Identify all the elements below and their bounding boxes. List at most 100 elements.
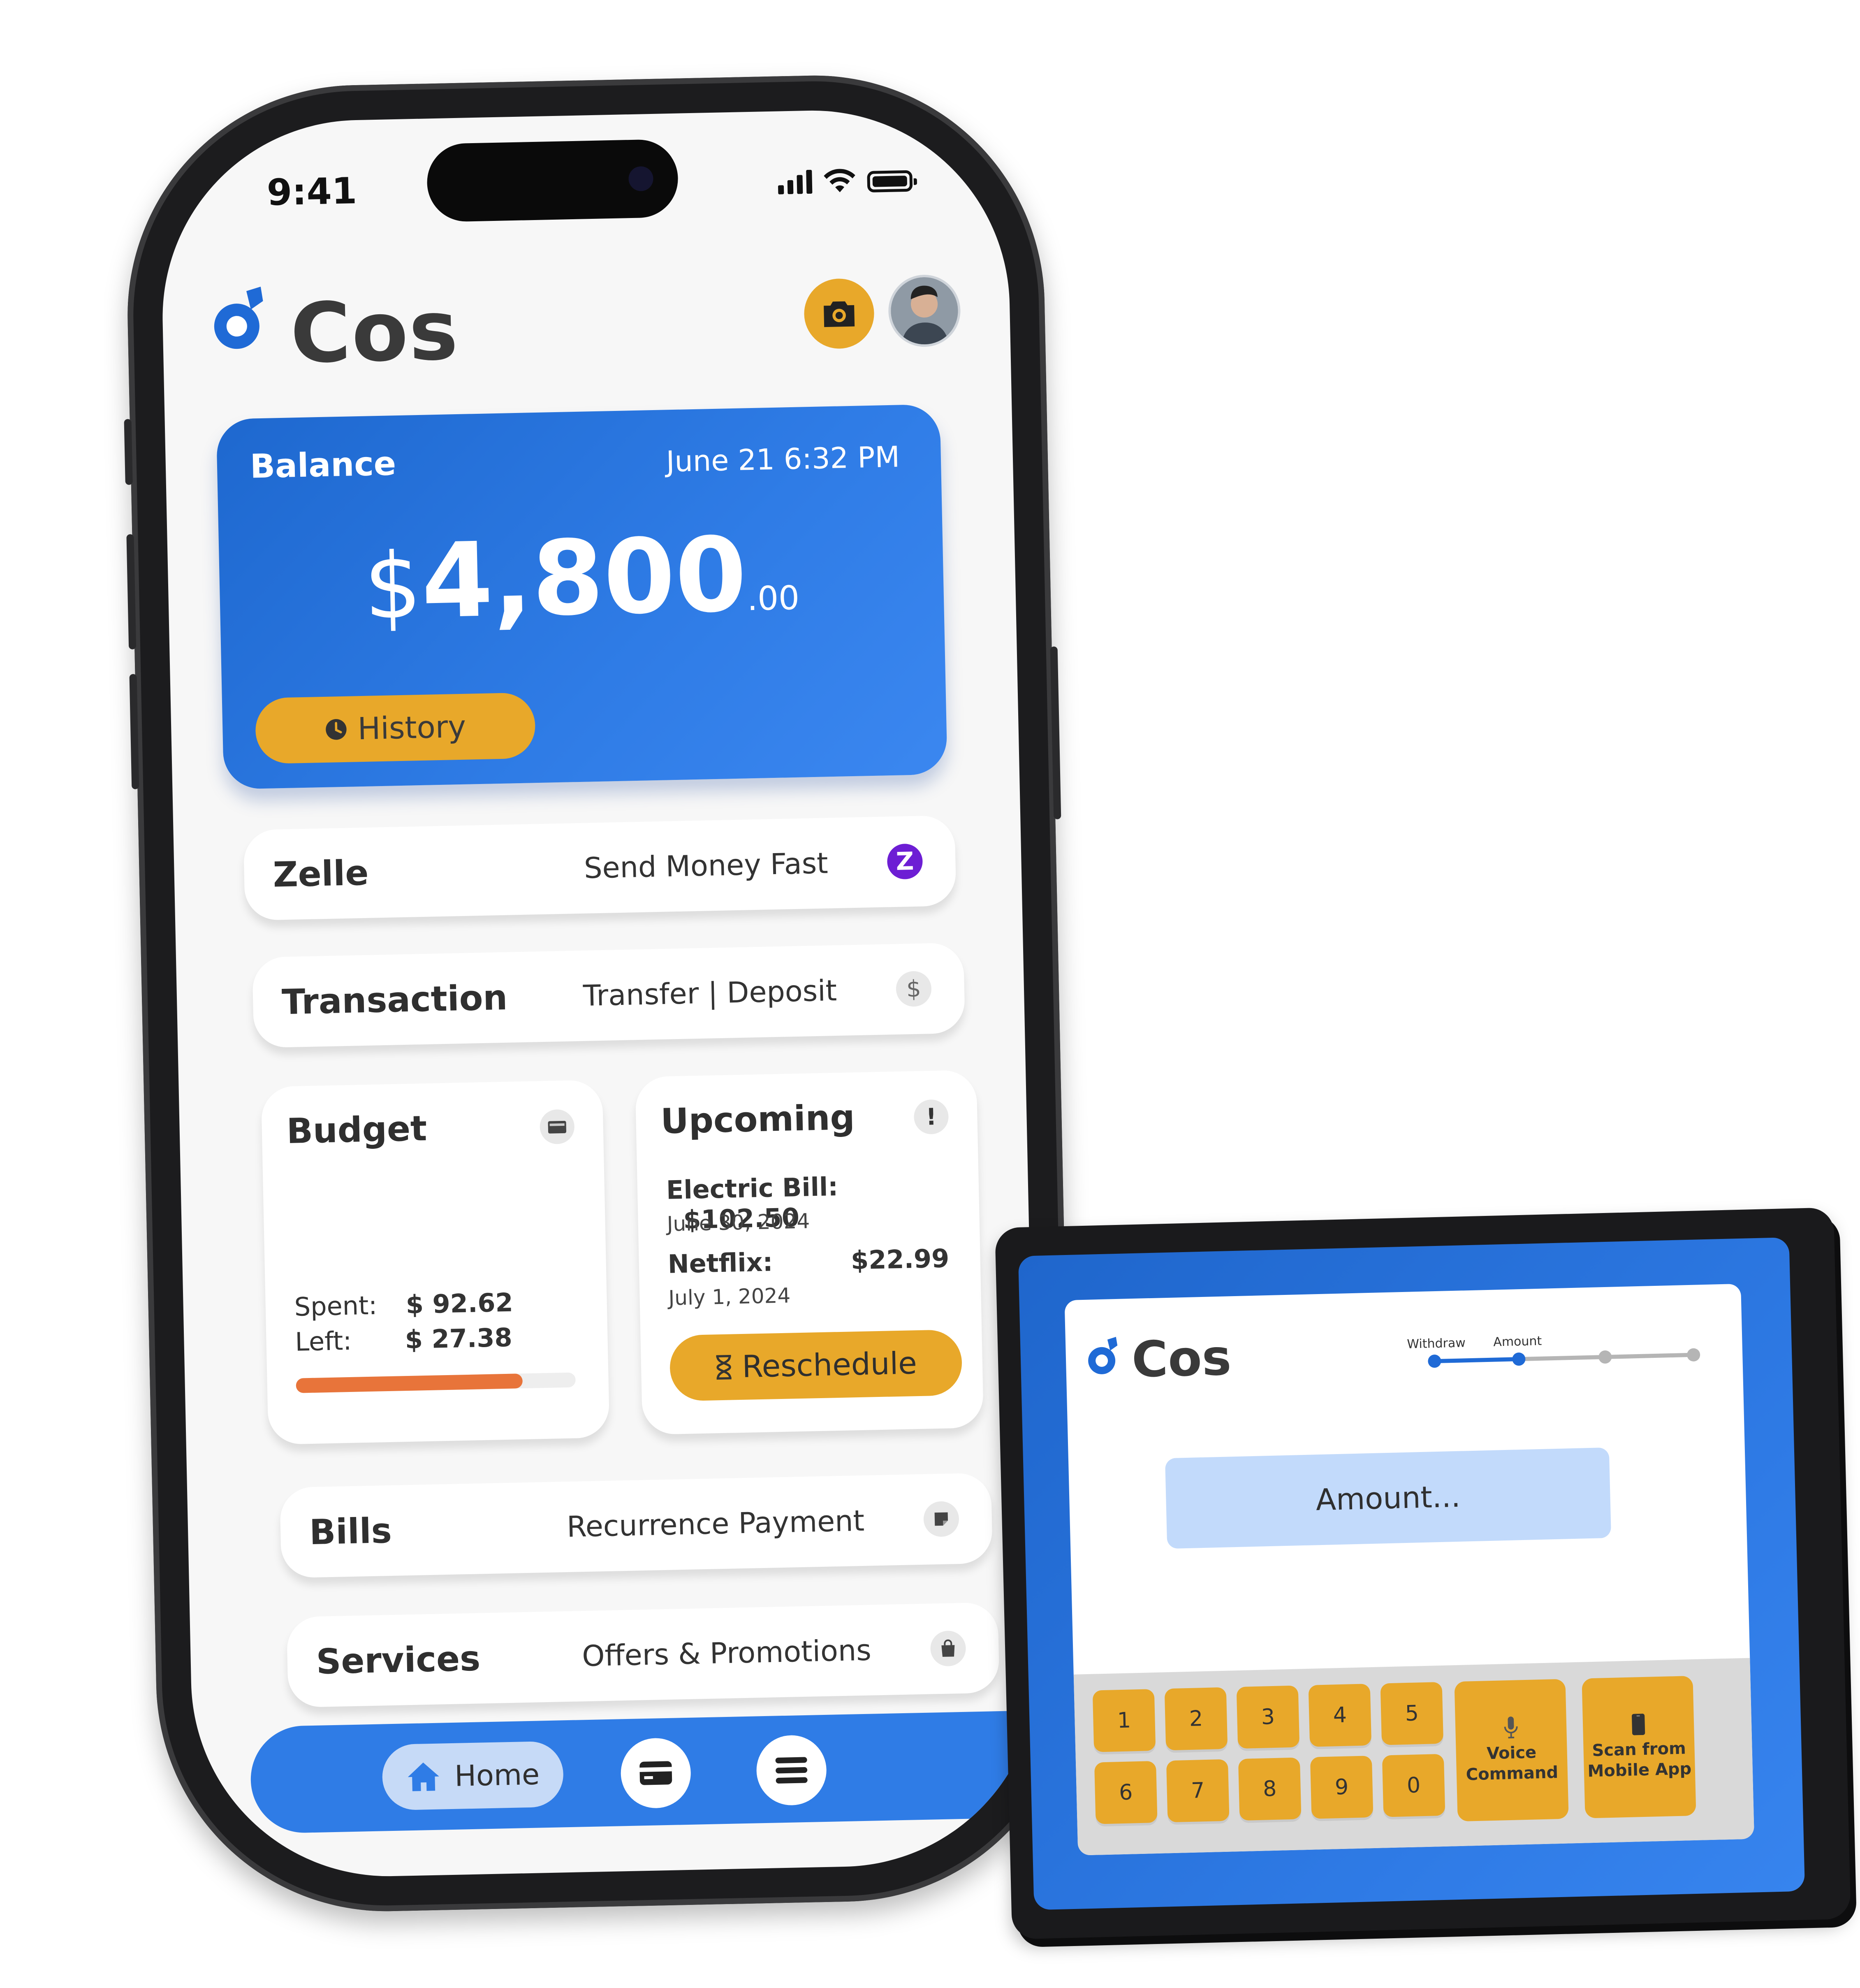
phone-side-button <box>124 419 133 485</box>
stepper-line-done <box>1432 1357 1515 1364</box>
cos-logo-icon <box>1088 1337 1118 1374</box>
status-time: 9:41 <box>266 169 357 214</box>
balance-card: Balance June 21 6:32 PM $4,800.00 Histor… <box>216 404 948 790</box>
history-label: History <box>357 709 466 747</box>
balance-whole: 4,800 <box>420 515 748 641</box>
key-0[interactable]: 0 <box>1382 1754 1445 1817</box>
upcoming-item-2: Netflix: $22.99 <box>667 1243 950 1279</box>
nav-home-button[interactable]: Home <box>382 1741 564 1811</box>
user-avatar[interactable] <box>887 274 961 348</box>
upcoming-title: Upcoming <box>660 1097 855 1141</box>
balance-datetime: June 21 6:32 PM <box>666 440 900 479</box>
budget-card[interactable]: Budget Spent: $ 92.62 Left: $ 27.38 <box>261 1079 610 1445</box>
step-dot-2 <box>1512 1352 1526 1366</box>
balance-label: Balance <box>250 444 396 486</box>
camera-icon <box>824 301 855 327</box>
status-icons <box>778 166 913 195</box>
step-dot-3 <box>1598 1350 1612 1364</box>
voice-command-label: Voice Command <box>1466 1743 1559 1784</box>
services-card[interactable]: Services Offers & Promotions <box>286 1602 1000 1708</box>
cos-logo-icon <box>214 286 263 349</box>
step-dot-1 <box>1428 1354 1441 1368</box>
services-subtitle: Offers & Promotions <box>581 1633 872 1673</box>
wallet-icon <box>539 1109 575 1145</box>
phone-screen: 9:41 Cos Balance June 21 6:32 PM $4,800.… <box>158 106 1042 1881</box>
upcoming-item-1-name: Electric Bill: <box>666 1171 839 1205</box>
key-6[interactable]: 6 <box>1094 1761 1158 1824</box>
upcoming-card[interactable]: Upcoming ! Electric Bill: $102.50 June 3… <box>635 1069 984 1435</box>
nav-cards-button[interactable] <box>620 1737 692 1809</box>
bottom-nav: Home <box>250 1710 1042 1834</box>
bills-subtitle: Recurrence Payment <box>566 1503 865 1544</box>
upcoming-item-2-date: July 1, 2024 <box>668 1283 791 1310</box>
upcoming-item-2-name: Netflix: <box>667 1247 774 1279</box>
tablet-screen: Cos Withdraw Amount Amount... 1 2 3 4 5 … <box>1018 1237 1805 1910</box>
app-name: Cos <box>289 282 460 382</box>
balance-currency: $ <box>363 533 423 640</box>
budget-spent-label: Spent: <box>294 1290 378 1322</box>
scan-mobile-label: Scan from Mobile App <box>1587 1739 1692 1781</box>
key-9[interactable]: 9 <box>1310 1756 1374 1819</box>
dollar-icon: $ <box>896 971 932 1007</box>
history-button[interactable]: History <box>255 692 536 764</box>
home-icon <box>408 1762 439 1791</box>
nav-menu-button[interactable] <box>755 1734 827 1806</box>
budget-progress <box>296 1372 576 1393</box>
zelle-subtitle: Send Money Fast <box>584 846 829 885</box>
user-avatar-icon <box>890 276 959 345</box>
key-3[interactable]: 3 <box>1236 1685 1300 1749</box>
budget-left-label: Left: <box>294 1325 352 1357</box>
services-title: Services <box>315 1638 481 1682</box>
budget-left-value: $ 27.38 <box>405 1322 513 1355</box>
transaction-card[interactable]: Transaction Transfer | Deposit $ <box>252 942 966 1048</box>
bills-title: Bills <box>309 1510 392 1553</box>
reschedule-label: Reschedule <box>741 1345 917 1385</box>
tablet-app-name: Cos <box>1131 1329 1232 1389</box>
key-4[interactable]: 4 <box>1308 1684 1372 1747</box>
menu-icon <box>775 1757 808 1784</box>
signal-icon <box>778 169 813 195</box>
alert-icon: ! <box>913 1099 949 1135</box>
reschedule-button[interactable]: Reschedule <box>669 1329 963 1401</box>
upcoming-item-2-amount: $22.99 <box>850 1243 950 1276</box>
keypad: 1 2 3 4 5 6 7 8 9 0 Voice Command Scan f… <box>1073 1658 1755 1856</box>
zelle-title: Zelle <box>272 852 369 895</box>
atm-tablet-device: Cos Withdraw Amount Amount... 1 2 3 4 5 … <box>995 1207 1851 1939</box>
microphone-icon <box>1504 1717 1518 1739</box>
budget-left: Left: $ 27.38 <box>295 1322 513 1357</box>
tablet-panel: Cos Withdraw Amount Amount... 1 2 3 4 5 … <box>1064 1283 1755 1856</box>
balance-amount: $4,800.00 <box>218 515 944 641</box>
key-1[interactable]: 1 <box>1092 1689 1156 1752</box>
budget-title: Budget <box>286 1108 428 1152</box>
bills-card[interactable]: Bills Recurrence Payment <box>279 1473 993 1578</box>
transaction-subtitle: Transfer | Deposit <box>583 973 837 1013</box>
step-label-amount: Amount <box>1493 1334 1542 1350</box>
zelle-icon: Z <box>887 843 923 880</box>
transaction-title: Transaction <box>281 977 508 1023</box>
nav-home-label: Home <box>454 1757 540 1793</box>
key-7[interactable]: 7 <box>1166 1759 1230 1823</box>
mobile-phone-icon <box>1632 1714 1645 1735</box>
key-2[interactable]: 2 <box>1164 1687 1228 1751</box>
step-label-withdraw: Withdraw <box>1406 1336 1466 1352</box>
budget-spent-value: $ 92.62 <box>405 1287 514 1320</box>
budget-spent: Spent: $ 92.62 <box>294 1287 513 1322</box>
dynamic-island <box>426 139 679 223</box>
phone-device: 9:41 Cos Balance June 21 6:32 PM $4,800.… <box>123 71 1078 1916</box>
camera-button[interactable] <box>803 278 875 350</box>
progress-stepper: Withdraw Amount <box>1407 1330 1704 1374</box>
step-dot-4 <box>1686 1348 1700 1362</box>
credit-card-icon <box>639 1761 672 1785</box>
budget-progress-fill <box>296 1373 523 1393</box>
scan-mobile-button[interactable]: Scan from Mobile App <box>1582 1676 1696 1819</box>
battery-icon <box>867 170 913 193</box>
voice-command-button[interactable]: Voice Command <box>1454 1679 1569 1822</box>
amount-input[interactable]: Amount... <box>1165 1447 1612 1549</box>
key-5[interactable]: 5 <box>1380 1682 1444 1745</box>
key-8[interactable]: 8 <box>1238 1757 1302 1821</box>
balance-cents: .00 <box>746 578 800 618</box>
clock-icon <box>326 719 347 740</box>
zelle-card[interactable]: Zelle Send Money Fast Z <box>243 815 957 921</box>
shopping-bag-icon <box>930 1630 966 1667</box>
wifi-icon <box>824 169 855 193</box>
